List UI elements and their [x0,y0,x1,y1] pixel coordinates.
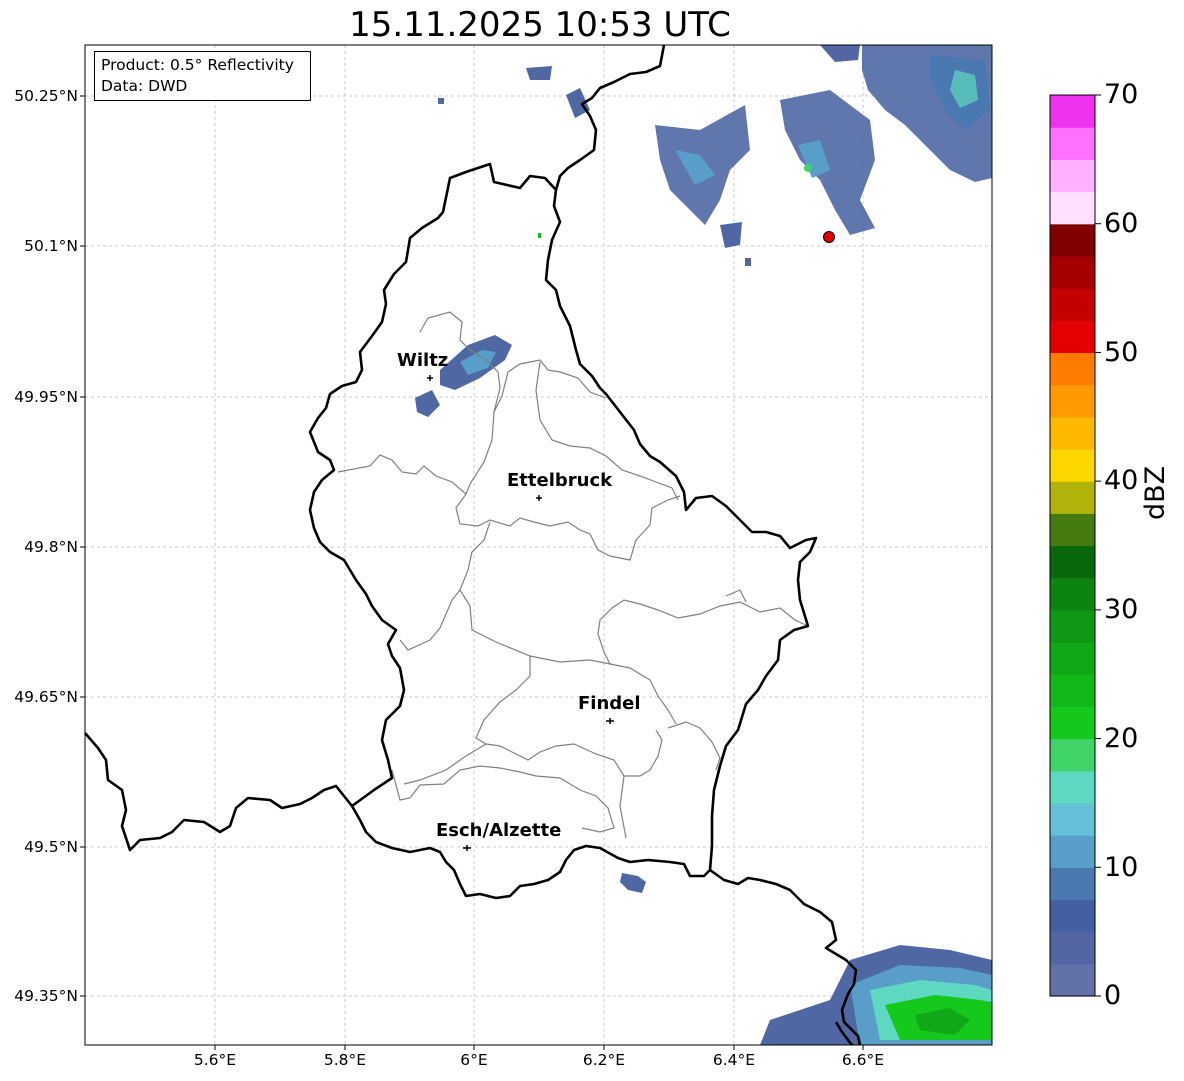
red-location-marker [823,231,835,243]
colorbar-segment [1050,416,1095,450]
colorbar-segment [1050,255,1095,289]
colorbar-segment [1050,288,1095,321]
city-label-findel: Findel [578,693,641,714]
city-label-esch-alzette: Esch/Alzette [436,820,562,841]
colorbar [1050,95,1095,997]
lon-label-6-6: 6.6°E [841,1051,885,1069]
lon-label-5-6: 5.6°E [193,1051,237,1069]
colorbar-segment [1050,963,1095,997]
colorbar-segment [1050,513,1095,547]
colorbar-segment [1050,481,1095,514]
colorbar-segment [1050,577,1095,611]
lon-label-6-2: 6.2°E [582,1051,626,1069]
radar-map [80,44,1101,1050]
colorbar-segment [1050,352,1095,386]
lat-label-50-25: 50.25°N [14,87,78,105]
colorbar-segment [1050,320,1095,354]
product-info-box: Product: 0.5° Reflectivity Data: DWD [94,51,311,101]
colorbar-tick-0: 0 [1104,980,1122,1011]
lat-label-49-8: 49.8°N [24,538,78,556]
product-label: Product: 0.5° Reflectivity [101,56,294,74]
lon-label-6-4: 6.4°E [712,1051,756,1069]
colorbar-unit-label: dBZ [1140,465,1171,520]
colorbar-segment [1050,802,1095,836]
colorbar-segment [1050,223,1095,257]
colorbar-tick-40: 40 [1104,465,1139,496]
colorbar-segment [1050,899,1095,933]
colorbar-segment [1050,738,1095,772]
colorbar-tick-60: 60 [1104,208,1139,239]
lat-label-49-95: 49.95°N [14,388,78,406]
colorbar-tick-10: 10 [1104,852,1139,883]
city-label-ettelbruck: Ettelbruck [507,470,613,491]
colorbar-segment [1050,95,1095,128]
colorbar-tick-50: 50 [1104,337,1139,368]
colorbar-segment [1050,545,1095,579]
colorbar-ticks [1095,94,1101,997]
colorbar-segment [1050,127,1095,160]
colorbar-segment [1050,770,1095,804]
colorbar-segment [1050,448,1095,482]
colorbar-tick-30: 30 [1104,594,1139,625]
colorbar-tick-70: 70 [1104,79,1139,110]
data-source-label: Data: DWD [101,77,188,95]
colorbar-segment [1050,931,1095,965]
lon-label-6: 6°E [460,1051,488,1069]
colorbar-segment [1050,867,1095,901]
colorbar-segment [1050,674,1095,707]
lat-label-50-1: 50.1°N [24,237,78,255]
lat-label-49-65: 49.65°N [14,688,78,706]
colorbar-tick-20: 20 [1104,723,1139,754]
colorbar-segment [1050,642,1095,675]
city-label-wiltz: Wiltz [397,350,449,371]
colorbar-segment [1050,159,1095,193]
colorbar-segment [1050,609,1095,643]
lat-label-49-35: 49.35°N [14,987,78,1005]
colorbar-segment [1050,191,1095,225]
lat-label-49-5: 49.5°N [24,838,78,856]
colorbar-segment [1050,384,1095,418]
colorbar-segment [1050,835,1095,868]
lon-label-5-8: 5.8°E [323,1051,367,1069]
colorbar-segment [1050,706,1095,740]
